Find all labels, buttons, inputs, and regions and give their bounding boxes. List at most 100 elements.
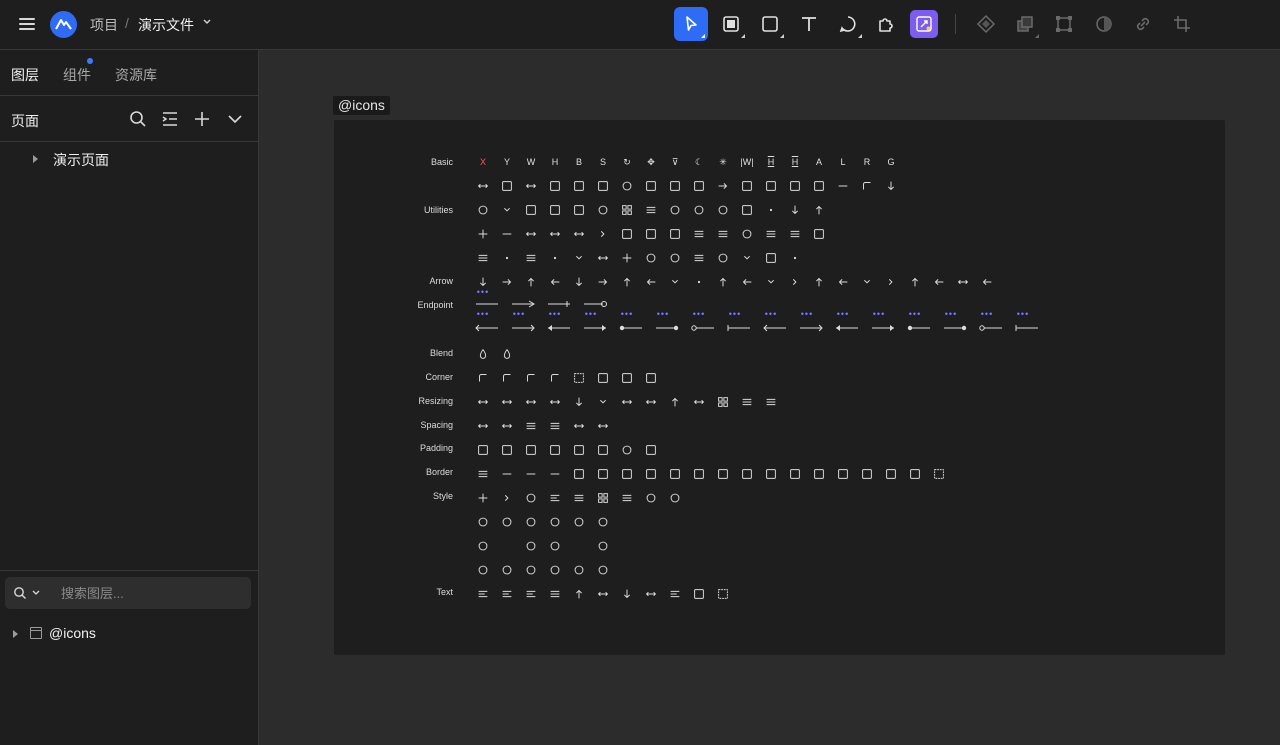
endpoint-swatch[interactable] (943, 320, 967, 336)
endpoint-swatch[interactable] (583, 296, 607, 312)
icon-swatch[interactable] (595, 178, 611, 194)
icon-swatch[interactable] (739, 226, 755, 242)
app-logo[interactable] (50, 11, 77, 38)
icon-swatch[interactable] (523, 394, 539, 410)
icon-glyph[interactable]: L (835, 154, 851, 170)
icon-swatch[interactable] (547, 370, 563, 386)
icon-swatch[interactable] (571, 250, 587, 266)
endpoint-swatch[interactable] (979, 320, 1003, 336)
icon-swatch[interactable] (595, 250, 611, 266)
icon-swatch[interactable] (499, 370, 515, 386)
icon-glyph[interactable]: |W| (739, 154, 755, 170)
icon-swatch[interactable] (619, 274, 635, 290)
icon-glyph[interactable]: ☾ (691, 154, 707, 170)
layer-item[interactable]: @icons (0, 623, 258, 645)
icon-swatch[interactable] (523, 538, 539, 554)
endpoint-swatch[interactable] (763, 320, 787, 336)
icon-swatch[interactable] (571, 202, 587, 218)
icon-swatch[interactable] (763, 394, 779, 410)
icon-swatch[interactable] (643, 442, 659, 458)
frame-label[interactable]: @icons (333, 96, 390, 115)
icon-glyph[interactable]: H (547, 154, 563, 170)
caret-right-icon[interactable] (33, 155, 38, 163)
icon-swatch[interactable] (619, 466, 635, 482)
icon-swatch[interactable] (667, 586, 683, 602)
icon-swatch[interactable] (667, 202, 683, 218)
icon-swatch[interactable] (523, 274, 539, 290)
crop-button[interactable] (1165, 7, 1199, 41)
link-button[interactable] (1126, 7, 1160, 41)
icon-swatch[interactable] (691, 178, 707, 194)
icon-swatch[interactable] (691, 274, 707, 290)
page-item[interactable]: 演示页面 (0, 148, 258, 170)
tab-layers[interactable]: 图层 (11, 65, 39, 85)
icon-swatch[interactable] (547, 466, 563, 482)
icon-swatch[interactable] (643, 586, 659, 602)
icon-swatch[interactable] (643, 274, 659, 290)
icon-swatch[interactable] (571, 418, 587, 434)
icon-glyph[interactable]: R (859, 154, 875, 170)
icon-swatch[interactable] (787, 178, 803, 194)
icon-swatch[interactable] (499, 250, 515, 266)
icon-swatch[interactable] (499, 418, 515, 434)
icon-swatch[interactable] (979, 274, 995, 290)
icon-swatch[interactable] (475, 226, 491, 242)
icon-swatch[interactable] (931, 274, 947, 290)
icon-swatch[interactable] (499, 442, 515, 458)
icon-glyph[interactable]: H (763, 154, 779, 170)
icon-swatch[interactable] (475, 250, 491, 266)
icon-swatch[interactable] (715, 226, 731, 242)
icon-swatch[interactable] (859, 466, 875, 482)
icon-swatch[interactable] (643, 226, 659, 242)
icon-glyph[interactable]: G (883, 154, 899, 170)
icon-swatch[interactable] (523, 562, 539, 578)
icon-swatch[interactable] (811, 202, 827, 218)
icon-swatch[interactable] (787, 466, 803, 482)
icon-glyph[interactable]: X (475, 154, 491, 170)
endpoint-swatch[interactable] (655, 320, 679, 336)
icon-glyph[interactable]: ⊽ (667, 154, 683, 170)
icon-swatch[interactable] (619, 370, 635, 386)
select-tool[interactable] (674, 7, 708, 41)
endpoint-swatch[interactable] (547, 320, 571, 336)
icon-swatch[interactable] (523, 466, 539, 482)
endpoint-swatch[interactable] (799, 320, 823, 336)
icon-swatch[interactable] (595, 466, 611, 482)
icon-swatch[interactable] (883, 274, 899, 290)
icon-swatch[interactable] (835, 274, 851, 290)
icon-swatch[interactable] (883, 178, 899, 194)
text-tool[interactable] (792, 7, 826, 41)
icon-swatch[interactable] (475, 490, 491, 506)
icon-swatch[interactable] (667, 490, 683, 506)
icon-glyph[interactable]: Y (499, 154, 515, 170)
tab-assets[interactable]: 资源库 (115, 65, 157, 85)
icon-swatch[interactable] (667, 274, 683, 290)
icon-swatch[interactable] (523, 370, 539, 386)
icon-swatch[interactable] (523, 250, 539, 266)
icon-swatch[interactable] (595, 442, 611, 458)
endpoint-swatch[interactable] (1015, 320, 1039, 336)
icon-swatch[interactable] (667, 394, 683, 410)
menu-icon[interactable] (17, 15, 37, 33)
icon-swatch[interactable] (739, 394, 755, 410)
icon-swatch[interactable] (499, 490, 515, 506)
icon-swatch[interactable] (499, 202, 515, 218)
icon-swatch[interactable] (715, 394, 731, 410)
icon-swatch[interactable] (547, 250, 563, 266)
icon-swatch[interactable] (739, 274, 755, 290)
icon-swatch[interactable] (595, 586, 611, 602)
icon-swatch[interactable] (691, 586, 707, 602)
icon-swatch[interactable] (523, 226, 539, 242)
icon-swatch[interactable] (859, 274, 875, 290)
icon-swatch[interactable] (811, 178, 827, 194)
icon-swatch[interactable] (763, 226, 779, 242)
icon-glyph[interactable]: W (523, 154, 539, 170)
icon-swatch[interactable] (499, 178, 515, 194)
icon-swatch[interactable] (619, 202, 635, 218)
component-tool[interactable] (869, 7, 903, 41)
icon-swatch[interactable] (715, 274, 731, 290)
icon-swatch[interactable] (475, 418, 491, 434)
component-diamond-button[interactable] (969, 7, 1003, 41)
icon-swatch[interactable] (955, 274, 971, 290)
icon-swatch[interactable] (811, 226, 827, 242)
